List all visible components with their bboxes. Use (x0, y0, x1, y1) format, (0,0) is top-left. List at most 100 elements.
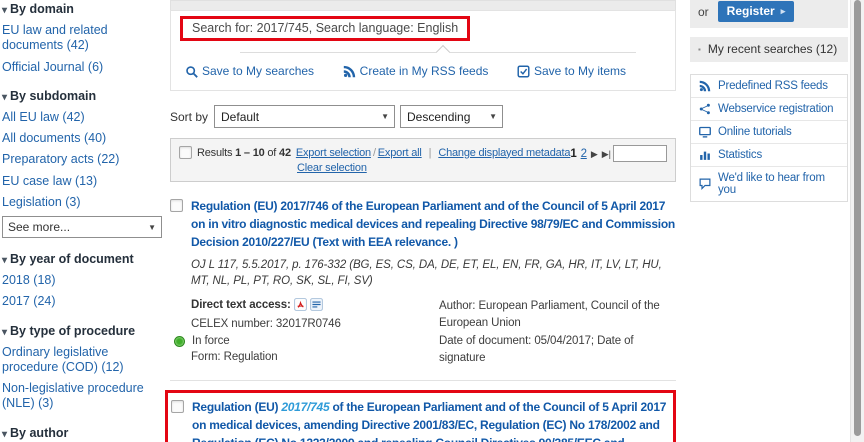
result-1-status-label: In force (192, 335, 230, 347)
register-box: or Register ▸ (690, 0, 848, 28)
webservice-registration-link[interactable]: Webservice registration (691, 97, 847, 120)
feedback-link[interactable]: We'd like to hear from you (691, 166, 847, 201)
or-label: or (698, 5, 709, 19)
facet-link-eu-case-law[interactable]: EU case law (13) (2, 174, 160, 189)
facet-heading-by-author[interactable]: ▾By author (2, 426, 160, 440)
online-tutorials-link[interactable]: Online tutorials (691, 120, 847, 143)
my-recent-searches-button[interactable]: ▪ My recent searches (12) (690, 37, 848, 62)
facet-heading-label: By year of document (10, 252, 134, 266)
create-rss-feed-button[interactable]: Create in My RSS feeds (343, 64, 489, 78)
results-toolbar-line2: Clear selection (297, 162, 667, 174)
result-1-content: Regulation (EU) 2017/746 of the European… (191, 197, 676, 367)
result-1-metadata-right: Author: European Parliament, Council of … (439, 298, 676, 367)
result-2-content: Regulation (EU) 2017/745 of the European… (192, 398, 668, 442)
results-count-text: Results 1 – 10 of 42 (197, 147, 291, 159)
bar-chart-icon (699, 149, 711, 161)
statistics-link[interactable]: Statistics (691, 143, 847, 166)
register-button[interactable]: Register ▸ (718, 1, 795, 22)
search-summary-text: Search for: 2017/745, Search language: E… (192, 21, 458, 35)
clear-selection-link[interactable]: Clear selection (297, 162, 367, 174)
right-sidebar: or Register ▸ ▪ My recent searches (12) … (690, 0, 848, 202)
facet-sidebar: ▾By domain EU law and related documents … (0, 0, 160, 442)
facet-heading-by-year[interactable]: ▾By year of document (2, 252, 160, 266)
annotation-red-box-result: Regulation (EU) 2017/745 of the European… (165, 390, 676, 442)
search-form-bottom-strip (170, 0, 676, 10)
export-selection-link[interactable]: Export selection (296, 147, 371, 159)
pdf-icon[interactable] (294, 298, 307, 311)
facet-link-preparatory-acts[interactable]: Preparatory acts (22) (2, 152, 160, 167)
last-page-icon[interactable]: ▶| (602, 149, 611, 160)
facet-group-domain: ▾By domain EU law and related documents … (2, 2, 160, 75)
facet-link-2018[interactable]: 2018 (18) (2, 273, 160, 288)
search-summary-panel: Search for: 2017/745, Search language: E… (170, 10, 676, 91)
next-page-icon[interactable]: ▶ (591, 149, 598, 160)
facet-link-all-eu-law[interactable]: All EU law (42) (2, 110, 160, 125)
page-2-link[interactable]: 2 (581, 148, 587, 160)
facet-heading-label: By domain (10, 2, 74, 16)
facet-heading-by-procedure[interactable]: ▾By type of procedure (2, 324, 160, 338)
facet-link-cod[interactable]: Ordinary legislative procedure (COD) (12… (2, 345, 160, 376)
in-force-status-icon (174, 336, 185, 347)
save-search-icon (185, 65, 198, 78)
export-all-link[interactable]: Export all (378, 147, 422, 159)
result-1-date: Date of document: 05/04/2017; Date of si… (439, 333, 676, 368)
select-all-checkbox[interactable] (179, 146, 192, 159)
facet-heading-by-subdomain[interactable]: ▾By subdomain (2, 89, 160, 103)
facet-heading-by-domain[interactable]: ▾By domain (2, 2, 160, 16)
annotation-red-box-search: Search for: 2017/745, Search language: E… (180, 16, 470, 41)
change-displayed-metadata-link[interactable]: Change displayed metadata (438, 147, 570, 159)
save-to-my-items-label: Save to My items (534, 64, 626, 78)
facet-group-subdomain: ▾By subdomain All EU law (42) All docume… (2, 89, 160, 238)
facet-link-eu-law[interactable]: EU law and related documents (42) (2, 23, 160, 54)
search-actions-row: Save to My searches Create in My RSS fee… (180, 64, 666, 78)
result-2-gutter (171, 398, 192, 442)
quick-link-label: Webservice registration (718, 103, 833, 115)
save-items-icon (517, 65, 530, 78)
facet-link-nle[interactable]: Non-legislative procedure (NLE) (3) (2, 381, 160, 412)
result-1-metadata: Direct text access: CELEX number: 32017R… (191, 298, 676, 367)
save-to-my-searches-button[interactable]: Save to My searches (185, 64, 314, 78)
result-1-author: Author: European Parliament, Council of … (439, 298, 676, 333)
facet-link-all-documents[interactable]: All documents (40) (2, 131, 160, 146)
collapse-notch-icon (436, 45, 450, 59)
quick-link-label: Online tutorials (718, 126, 792, 138)
predefined-rss-feeds-link[interactable]: Predefined RSS feeds (691, 75, 847, 97)
vertical-scrollbar-track[interactable] (850, 0, 864, 442)
bullet-icon: ▪ (698, 45, 701, 54)
speech-bubble-icon (699, 178, 711, 190)
html-icon[interactable] (310, 298, 323, 311)
result-1-checkbox[interactable] (170, 199, 183, 212)
save-to-my-items-button[interactable]: Save to My items (517, 64, 626, 78)
chevron-down-icon: ▼ (148, 223, 156, 232)
result-2-checkbox[interactable] (171, 400, 184, 413)
quick-links-box: Predefined RSS feeds Webservice registra… (690, 74, 848, 202)
facet-link-official-journal[interactable]: Official Journal (6) (2, 60, 160, 75)
search-results-page: ▾By domain EU law and related documents … (0, 0, 864, 442)
facet-link-legislation[interactable]: Legislation (3) (2, 195, 160, 210)
page-jump-input[interactable] (613, 145, 667, 162)
quick-link-label: We'd like to hear from you (718, 172, 839, 196)
chevron-down-icon: ▼ (381, 112, 389, 121)
direct-text-access-label: Direct text access: (191, 299, 291, 311)
facet-heading-label: By subdomain (10, 89, 96, 103)
quick-link-label: Statistics (718, 149, 762, 161)
vertical-scrollbar-thumb[interactable] (854, 0, 861, 436)
see-more-select[interactable]: See more... ▼ (2, 216, 162, 238)
pagination: 1 2 ▶ ▶| (570, 148, 611, 160)
sort-field-value: Default (221, 110, 259, 124)
result-1-celex: CELEX number: 32017R0746 (191, 318, 429, 330)
rss-icon (699, 80, 711, 92)
sort-direction-select[interactable]: Descending ▼ (400, 105, 503, 128)
facet-link-2017[interactable]: 2017 (24) (2, 294, 160, 309)
result-item-2: Regulation (EU) 2017/745 of the European… (170, 390, 676, 442)
facet-group-procedure: ▾By type of procedure Ordinary legislati… (2, 324, 160, 412)
collapse-triangle-icon: ▾ (2, 5, 7, 16)
result-1-title-link[interactable]: Regulation (EU) 2017/746 of the European… (191, 199, 675, 249)
chevron-down-icon: ▼ (489, 112, 497, 121)
sort-field-select[interactable]: Default ▼ (214, 105, 395, 128)
result-2-title-link[interactable]: Regulation (EU) 2017/745 of the European… (192, 400, 666, 442)
sort-toolbar: Sort by Default ▼ Descending ▼ (170, 105, 676, 128)
arrow-right-icon: ▸ (781, 6, 786, 17)
register-button-label: Register (727, 4, 775, 18)
create-rss-feed-label: Create in My RSS feeds (360, 64, 489, 78)
